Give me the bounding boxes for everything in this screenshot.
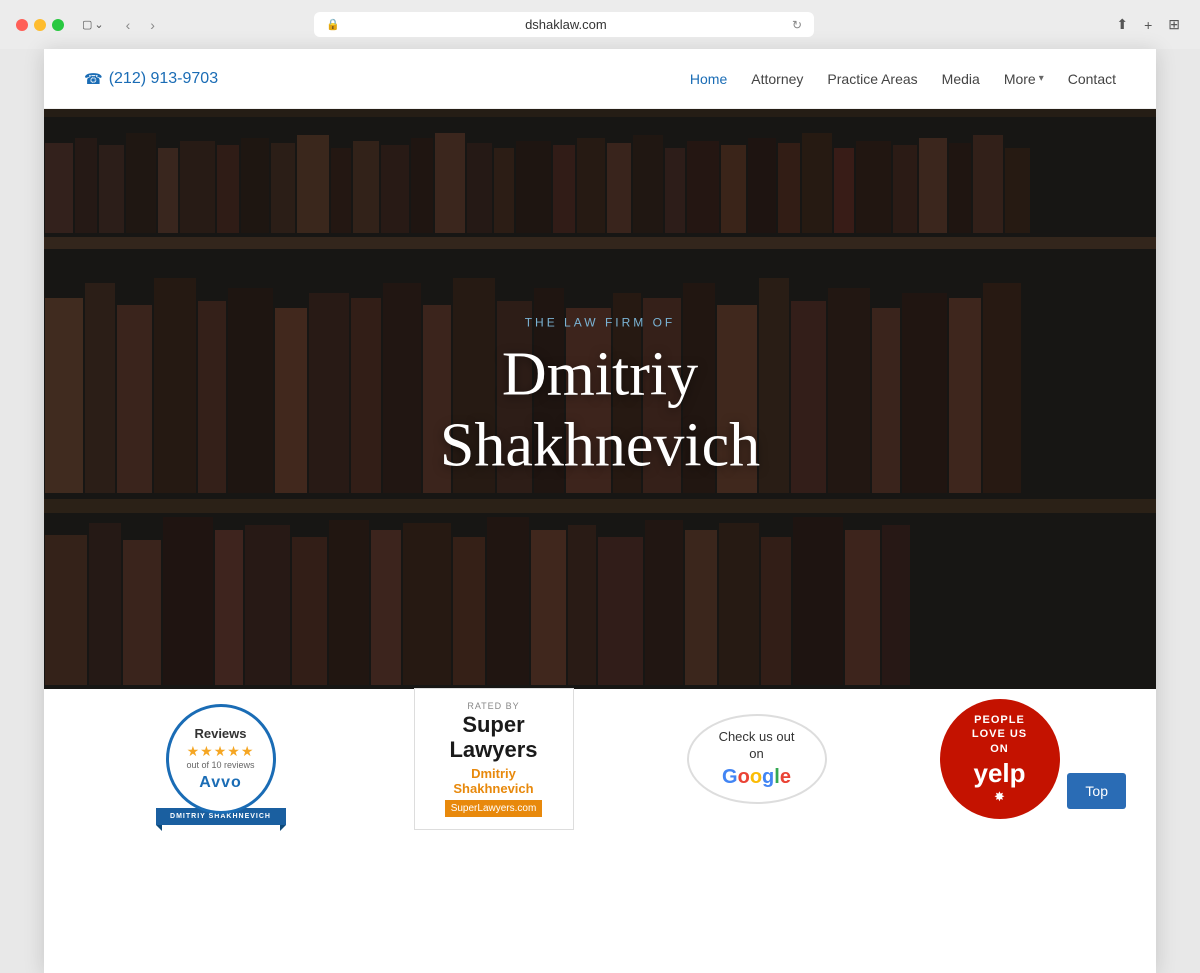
maximize-button[interactable] (52, 19, 64, 31)
site-nav: Home Attorney Practice Areas Media More … (690, 71, 1116, 87)
sl-badge-inner: RATED BY Super Lawyers DmitriyShakhnevic… (414, 688, 574, 829)
yelp-badge-inner: PEOPLE LOVE US ON yelp ✸ (940, 699, 1060, 819)
sl-rated-by: RATED BY (433, 701, 555, 711)
nav-media[interactable]: Media (942, 71, 980, 87)
hero-title-line1: Dmitriy (502, 341, 698, 409)
nav-more[interactable]: More ▾ (1004, 71, 1044, 87)
phone-number[interactable]: ☎ (212) 913-9703 (84, 70, 218, 88)
yelp-badge[interactable]: PEOPLE LOVE US ON yelp ✸ (940, 699, 1060, 819)
google-badge[interactable]: Check us out on Google (687, 714, 827, 804)
avvo-badge[interactable]: Reviews ★★★★★ out of 10 reviews Avvo DMI… (141, 702, 301, 817)
browser-actions: ⬆ + ⊞ (1112, 14, 1184, 35)
window-controls (16, 19, 64, 31)
super-lawyers-badge[interactable]: RATED BY Super Lawyers DmitriyShakhnevic… (414, 688, 574, 829)
url-text: dshaklaw.com (346, 17, 786, 32)
sidebar-toggle-button[interactable]: ▢ ⌄ (76, 15, 110, 34)
forward-button[interactable]: › (146, 15, 159, 35)
avvo-reviews-label: Reviews (194, 726, 246, 741)
phone-text: (212) 913-9703 (109, 70, 218, 88)
site-header: ☎ (212) 913-9703 Home Attorney Practice … (44, 49, 1156, 109)
yelp-burst-icon: ✸ (994, 789, 1005, 805)
sidebar-icon: ▢ (82, 18, 92, 31)
avvo-stars: ★★★★★ (187, 743, 255, 760)
minimize-button[interactable] (34, 19, 46, 31)
hero-content: THE LAW FIRM OF Dmitriy Shakhnevich (440, 316, 760, 483)
avvo-logo: Avvo (199, 774, 242, 792)
avvo-circle: Reviews ★★★★★ out of 10 reviews Avvo (166, 704, 276, 814)
hero-subtitle: THE LAW FIRM OF (440, 316, 760, 330)
hero-title-line2: Shakhnevich (440, 412, 760, 480)
website-container: ☎ (212) 913-9703 Home Attorney Practice … (44, 49, 1156, 973)
yelp-people-text: PEOPLE LOVE US ON (972, 713, 1027, 756)
refresh-icon[interactable]: ↻ (792, 18, 802, 32)
hero-section: THE LAW FIRM OF Dmitriy Shakhnevich (44, 109, 1156, 689)
sidebar-chevron: ⌄ (94, 18, 103, 31)
google-check-text: Check us out on (719, 729, 795, 763)
nav-contact[interactable]: Contact (1068, 71, 1116, 87)
phone-icon: ☎ (84, 70, 103, 88)
sl-site: SuperLawyers.com (445, 800, 543, 817)
nav-attorney[interactable]: Attorney (751, 71, 803, 87)
share-button[interactable]: ⬆ (1112, 14, 1132, 35)
badges-section: Reviews ★★★★★ out of 10 reviews Avvo DMI… (44, 689, 1156, 829)
sl-title: Super Lawyers (433, 713, 555, 761)
nav-practice-areas[interactable]: Practice Areas (827, 71, 917, 87)
address-bar[interactable]: 🔒 dshaklaw.com ↻ (314, 12, 814, 37)
google-badge-inner: Check us out on Google (687, 714, 827, 804)
google-logo: Google (722, 766, 791, 789)
browser-titlebar: ▢ ⌄ ‹ › 🔒 dshaklaw.com ↻ ⬆ + ⊞ (0, 0, 1200, 49)
avvo-count: out of 10 reviews (186, 760, 254, 770)
new-tab-button[interactable]: + (1140, 14, 1156, 35)
sl-name: DmitriyShakhnevich (433, 766, 555, 796)
nav-home[interactable]: Home (690, 71, 727, 87)
back-button[interactable]: ‹ (122, 15, 135, 35)
browser-chrome: ▢ ⌄ ‹ › 🔒 dshaklaw.com ↻ ⬆ + ⊞ (0, 0, 1200, 49)
yelp-logo-text: yelp (973, 758, 1025, 789)
tab-grid-button[interactable]: ⊞ (1164, 14, 1184, 35)
chevron-down-icon: ▾ (1039, 73, 1044, 84)
hero-title: Dmitriy Shakhnevich (440, 340, 760, 483)
close-button[interactable] (16, 19, 28, 31)
lock-icon: 🔒 (326, 18, 340, 31)
top-button[interactable]: Top (1067, 773, 1126, 809)
